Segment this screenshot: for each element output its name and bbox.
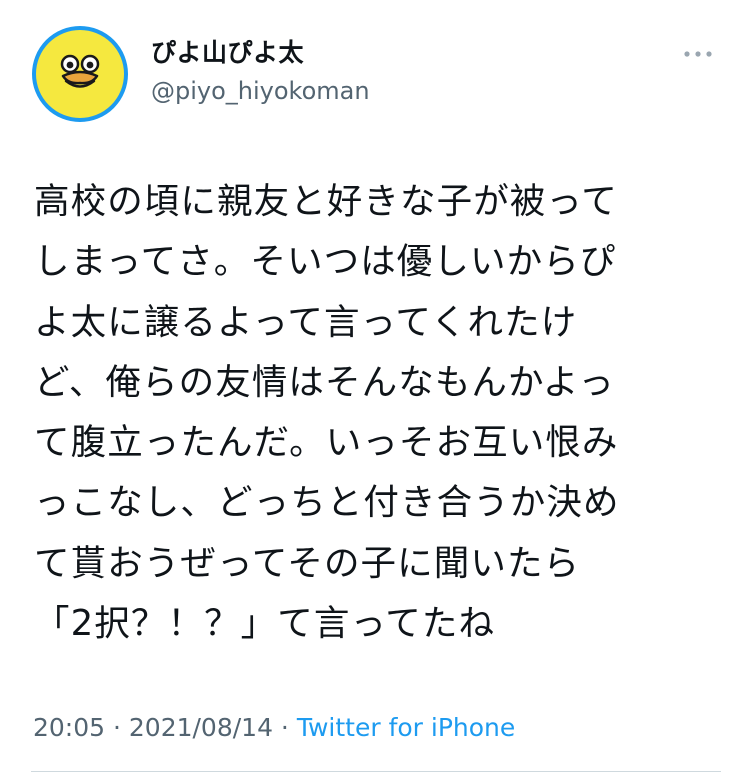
tweet-source-link[interactable]: Twitter for iPhone [297, 713, 515, 742]
meta-separator: · [272, 713, 297, 742]
yellow-bird-avatar-icon [32, 26, 128, 122]
divider [31, 771, 721, 772]
display-name[interactable]: ぴよ山ぴよ太 [151, 38, 304, 68]
tweet-date[interactable]: 2021/08/14 [129, 713, 273, 742]
tweet-card: ぴよ山ぴよ太 @piyo_hiyokoman 高校の頃に親友と好きな子が被って … [0, 0, 749, 774]
meta-separator: · [105, 713, 129, 742]
tweet-time[interactable]: 20:05 [33, 713, 105, 742]
avatar[interactable] [32, 26, 128, 122]
tweet-metadata: 20:05 · 2021/08/14 · Twitter for iPhone [33, 712, 515, 744]
tweet-text: 高校の頃に親友と好きな子が被って しまってさ。そいつは優しいからぴ よ太に譲るよ… [34, 181, 620, 645]
more-horizontal-icon[interactable] [683, 46, 713, 60]
user-handle[interactable]: @piyo_hiyokoman [151, 76, 370, 106]
